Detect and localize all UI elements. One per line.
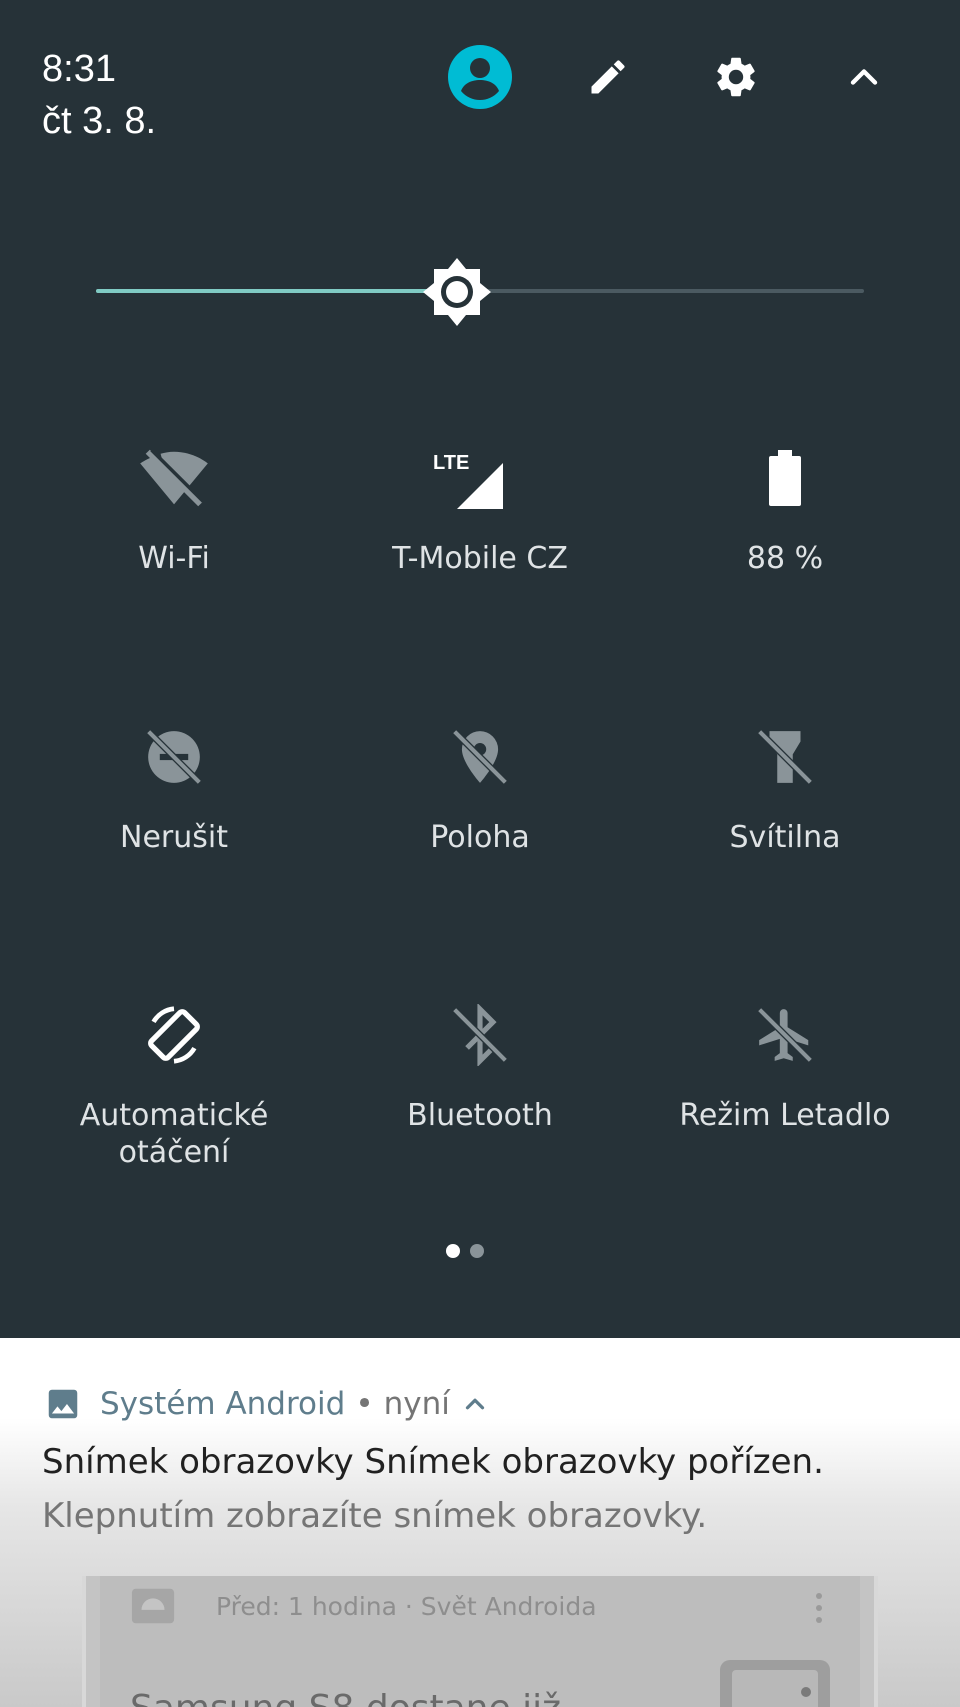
battery-icon: [745, 438, 825, 518]
brightness-thumb-icon[interactable]: [421, 256, 493, 328]
image-icon: [48, 1389, 78, 1419]
screenshot-notification[interactable]: Systém Android • nyní Snímek obrazovky S…: [0, 1338, 960, 1707]
notification-text: Klepnutím zobrazíte snímek obrazovky.: [42, 1496, 708, 1536]
notification-title: Snímek obrazovky Snímek obrazovky poříze…: [42, 1442, 824, 1482]
tile-auto-rotate[interactable]: Automatické otáčení: [24, 995, 324, 1171]
tile-label: Svítilna: [729, 820, 841, 855]
screenshot-preview[interactable]: Před: 1 hodina · Svět Androida Samsung S…: [82, 1576, 878, 1707]
account-icon[interactable]: [443, 40, 517, 114]
notification-header: Systém Android • nyní: [44, 1382, 490, 1426]
collapse-chevron-icon[interactable]: [827, 40, 901, 114]
tile-label: Wi-Fi: [138, 541, 210, 576]
preview-headline: Samsung S8 dostane již: [130, 1688, 561, 1707]
lte-badge: LTE: [433, 452, 469, 474]
auto-rotate-icon: [134, 995, 214, 1075]
wifi-off-icon: [134, 438, 214, 518]
tile-label: Režim Letadlo: [679, 1098, 891, 1133]
brightness-slider[interactable]: [96, 258, 864, 326]
tile-label: 88 %: [746, 541, 824, 576]
tile-wifi[interactable]: Wi-Fi: [24, 438, 324, 577]
page-dot[interactable]: [470, 1244, 484, 1258]
android-app-icon: [131, 1588, 175, 1624]
more-vert-icon: [816, 1593, 822, 1623]
page-dot-active[interactable]: [446, 1244, 460, 1258]
phone-thumbnail-icon: [720, 1660, 830, 1707]
screenshot-preview-content: Před: 1 hodina · Svět Androida Samsung S…: [100, 1576, 860, 1707]
tile-label: Bluetooth: [407, 1098, 553, 1133]
location-off-icon: [440, 717, 520, 797]
tile-label: Poloha: [430, 820, 530, 855]
page-indicator: [446, 1244, 484, 1258]
tile-airplane-mode[interactable]: Režim Letadlo: [635, 995, 935, 1134]
tile-location[interactable]: Poloha: [330, 717, 630, 856]
bluetooth-off-icon: [440, 995, 520, 1075]
tile-label: T-Mobile CZ: [392, 541, 568, 576]
tile-label: Nerušit: [120, 820, 228, 855]
tile-mobile-data[interactable]: LTE T-Mobile CZ: [330, 438, 630, 577]
tile-label: Automatické otáčení: [79, 1098, 269, 1170]
chevron-up-icon[interactable]: [460, 1389, 490, 1419]
airplane-off-icon: [745, 995, 825, 1075]
edit-icon[interactable]: [571, 40, 645, 114]
flashlight-off-icon: [745, 717, 825, 797]
tile-battery[interactable]: 88 %: [635, 438, 935, 577]
notification-separator: •: [355, 1386, 374, 1422]
do-not-disturb-off-icon: [134, 717, 214, 797]
notification-time: nyní: [383, 1386, 450, 1422]
preview-meta: Před: 1 hodina · Svět Androida: [216, 1592, 597, 1621]
brightness-fill: [96, 289, 457, 293]
settings-icon[interactable]: [699, 40, 773, 114]
tile-do-not-disturb[interactable]: Nerušit: [24, 717, 324, 856]
notification-app-name: Systém Android: [100, 1386, 346, 1422]
lte-signal-icon: LTE: [425, 438, 535, 518]
clock: 8:31: [42, 48, 116, 90]
date: čt 3. 8.: [42, 100, 157, 142]
tile-flashlight[interactable]: Svítilna: [635, 717, 935, 856]
tile-bluetooth[interactable]: Bluetooth: [330, 995, 630, 1134]
quick-settings-panel: 8:31 čt 3. 8. Wi-Fi LTE T-Mobile CZ 88 %…: [0, 0, 960, 1338]
